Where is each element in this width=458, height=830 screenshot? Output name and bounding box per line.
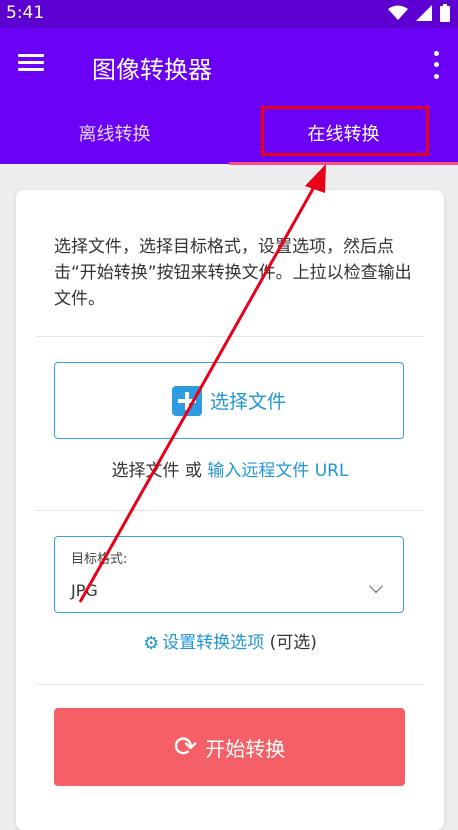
status-time: 5:41 (6, 3, 45, 23)
more-vert-icon[interactable] (428, 48, 444, 82)
options-suffix: (可选) (264, 633, 317, 653)
wifi-icon (388, 5, 408, 20)
divider (36, 510, 424, 511)
annotation-arrow-head (305, 164, 326, 193)
target-format-label: 目标格式: (71, 552, 128, 567)
file-source-line: 选择文件 或 输入远程文件 URL (16, 456, 444, 481)
conversion-options-link[interactable]: 设置转换选项 (162, 633, 264, 653)
start-conversion-button[interactable]: ⟳ 开始转换 (54, 708, 405, 786)
menu-icon[interactable] (18, 50, 46, 78)
app-bar: 图像转换器 (0, 28, 458, 104)
app-title: 图像转换器 (92, 56, 212, 84)
tab-offline[interactable]: 离线转换 (0, 104, 229, 162)
tab-bar: 离线转换 在线转换 (0, 104, 458, 165)
instructions-text: 选择文件，选择目标格式，设置选项，然后点击“开始转换”按钮来转换文件。上拉以检查… (54, 237, 412, 309)
conversion-card: 选择文件，选择目标格式，设置选项，然后点击“开始转换”按钮来转换文件。上拉以检查… (16, 190, 444, 830)
divider (36, 336, 424, 337)
target-format-select[interactable]: 目标格式: JPG (54, 536, 404, 613)
signal-icon (416, 5, 432, 21)
divider (36, 684, 424, 685)
battery-icon (440, 4, 450, 22)
status-bar: 5:41 (0, 0, 458, 28)
status-icons (388, 4, 450, 22)
tab-indicator (229, 162, 458, 165)
select-file-label: 选择文件 (209, 391, 286, 413)
plus-icon (171, 385, 202, 416)
select-file-button[interactable]: 选择文件 (54, 362, 404, 439)
start-button-label: 开始转换 (205, 736, 286, 761)
target-format-value: JPG (71, 581, 98, 600)
file-line-prefix: 选择文件 或 (111, 461, 208, 481)
tab-online[interactable]: 在线转换 (229, 104, 458, 162)
remote-url-link[interactable]: 输入远程文件 URL (207, 461, 348, 481)
gear-icon: ⚙ (143, 633, 160, 654)
options-line: ⚙ 设置转换选项 (可选) (16, 628, 444, 654)
sync-icon: ⟳ (173, 730, 198, 763)
chevron-down-icon (368, 578, 384, 594)
